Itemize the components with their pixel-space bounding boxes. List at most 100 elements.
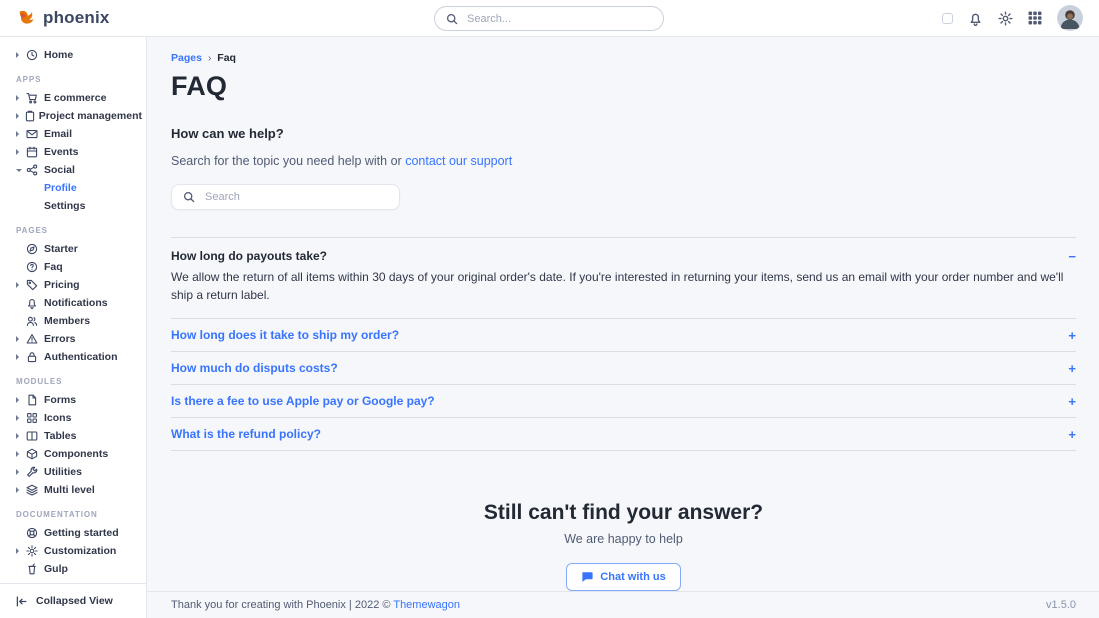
plus-icon[interactable]: +	[1068, 395, 1076, 408]
sidebar-item-icons[interactable]: Icons	[16, 409, 142, 427]
faq-question-header[interactable]: What is the refund policy? +	[171, 418, 1076, 450]
help-text-plain: Search for the topic you need help with …	[171, 154, 402, 168]
chat-button-label: Chat with us	[600, 571, 665, 583]
sidebar-item-customization[interactable]: Customization	[16, 542, 142, 560]
sidebar-item-email[interactable]: Email	[16, 125, 142, 143]
sidebar-item-pricing[interactable]: Pricing	[16, 276, 142, 294]
faq-search[interactable]	[171, 184, 400, 210]
sidebar-item-multi-level[interactable]: Multi level	[16, 481, 142, 499]
cta-subtitle: We are happy to help	[171, 532, 1076, 546]
sidebar-item-forms[interactable]: Forms	[16, 391, 142, 409]
version-label: v1.5.0	[1046, 599, 1076, 611]
sidebar-heading-pages: PAGES	[16, 226, 142, 235]
cup-icon	[26, 563, 44, 575]
faq-question-header[interactable]: How long do payouts take? −	[171, 238, 1076, 266]
lifebuoy-icon	[26, 527, 44, 539]
share-icon	[26, 164, 44, 176]
sidebar-item-e-commerce[interactable]: E commerce	[16, 89, 142, 107]
faq-question-header[interactable]: How much do disputs costs? +	[171, 352, 1076, 384]
sidebar-item-events[interactable]: Events	[16, 143, 142, 161]
gear-icon[interactable]	[998, 11, 1013, 26]
sidebar-item-notifications[interactable]: Notifications	[16, 294, 142, 312]
apps-grid-icon[interactable]	[1028, 11, 1042, 25]
faq-question: Is there a fee to use Apple pay or Googl…	[171, 394, 435, 408]
sidebar-item-label: Profile	[44, 182, 77, 194]
sidebar-item-label: Events	[44, 146, 78, 158]
faq-question: How much do disputs costs?	[171, 361, 338, 375]
wrench-icon	[26, 466, 44, 478]
sidebar-item-starter[interactable]: Starter	[16, 240, 142, 258]
collapse-sidebar-button[interactable]: Collapsed View	[0, 583, 146, 618]
minus-icon[interactable]: −	[1068, 250, 1076, 263]
caret-right-icon	[16, 113, 24, 119]
breadcrumb-current: Faq	[217, 52, 236, 64]
sidebar-item-label: Customization	[44, 545, 116, 557]
caret-right-icon	[16, 149, 26, 155]
faq-question-header[interactable]: Is there a fee to use Apple pay or Googl…	[171, 385, 1076, 417]
cart-icon	[26, 92, 44, 104]
caret-right-icon	[16, 52, 26, 58]
search-icon	[446, 13, 458, 25]
sidebar-item-members[interactable]: Members	[16, 312, 142, 330]
help-text: Search for the topic you need help with …	[171, 154, 1076, 168]
sidebar-item-profile[interactable]: Profile	[16, 179, 142, 197]
sidebar-item-authentication[interactable]: Authentication	[16, 348, 142, 366]
table-icon	[26, 430, 44, 442]
sidebar-item-label: Authentication	[44, 351, 118, 363]
sidebar-item-label: Multi level	[44, 484, 95, 496]
caret-right-icon	[16, 282, 26, 288]
sidebar-item-label: Project management	[39, 110, 142, 122]
contact-support-link[interactable]: contact our support	[405, 154, 512, 168]
sidebar-item-label: E commerce	[44, 92, 106, 104]
sidebar-item-label: Components	[44, 448, 108, 460]
sidebar-item-utilities[interactable]: Utilities	[16, 463, 142, 481]
phoenix-logo[interactable]: phoenix	[16, 8, 146, 29]
main-content: Pages › Faq FAQ How can we help? Search …	[147, 37, 1099, 618]
sidebar-item-tables[interactable]: Tables	[16, 427, 142, 445]
footer-text: Thank you for creating with Phoenix | 20…	[171, 599, 390, 611]
breadcrumb-pages-link[interactable]: Pages	[171, 52, 202, 64]
caret-right-icon	[16, 131, 26, 137]
caret-right-icon	[16, 95, 26, 101]
topbar-actions	[942, 5, 1083, 31]
bell-icon[interactable]	[968, 11, 983, 26]
faq-question: How long do payouts take?	[171, 249, 327, 263]
themewagon-link[interactable]: Themewagon	[393, 599, 460, 611]
caret-right-icon	[16, 415, 26, 421]
global-search-input[interactable]	[465, 12, 652, 26]
gear-icon	[26, 545, 44, 557]
tag-icon	[26, 279, 44, 291]
sidebar-item-gulp[interactable]: Gulp	[16, 560, 142, 578]
users-icon	[26, 315, 44, 327]
plus-icon[interactable]: +	[1068, 329, 1076, 342]
sidebar-item-label: Icons	[44, 412, 71, 424]
sidebar-item-label: Utilities	[44, 466, 82, 478]
sidebar-item-home[interactable]: Home	[16, 46, 142, 64]
theme-toggle[interactable]	[942, 13, 953, 24]
plus-icon[interactable]: +	[1068, 362, 1076, 375]
faq-question-header[interactable]: How long does it take to ship my order? …	[171, 319, 1076, 351]
avatar[interactable]	[1057, 5, 1083, 31]
phoenix-logo-icon	[16, 8, 37, 29]
lock-icon	[26, 351, 44, 363]
caret-right-icon	[16, 354, 26, 360]
sidebar-item-label: Getting started	[44, 527, 119, 539]
chat-with-us-button[interactable]: Chat with us	[566, 563, 680, 591]
sidebar-item-errors[interactable]: Errors	[16, 330, 142, 348]
sidebar-item-components[interactable]: Components	[16, 445, 142, 463]
faq-answer: We allow the return of all items within …	[171, 266, 1076, 318]
sidebar-item-getting-started[interactable]: Getting started	[16, 524, 142, 542]
package-icon	[26, 448, 44, 460]
caret-right-icon	[16, 548, 26, 554]
help-heading: How can we help?	[171, 126, 1076, 141]
global-search[interactable]	[434, 6, 664, 31]
sidebar-item-settings[interactable]: Settings	[16, 197, 142, 215]
plus-icon[interactable]: +	[1068, 428, 1076, 441]
sidebar-item-faq[interactable]: Faq	[16, 258, 142, 276]
sidebar-item-social[interactable]: Social	[16, 161, 142, 179]
sidebar-heading-apps: APPS	[16, 75, 142, 84]
sidebar-item-project-management[interactable]: Project management	[16, 107, 142, 125]
faq-search-input[interactable]	[203, 190, 388, 204]
help-circle-icon	[26, 261, 44, 273]
calendar-icon	[26, 146, 44, 158]
